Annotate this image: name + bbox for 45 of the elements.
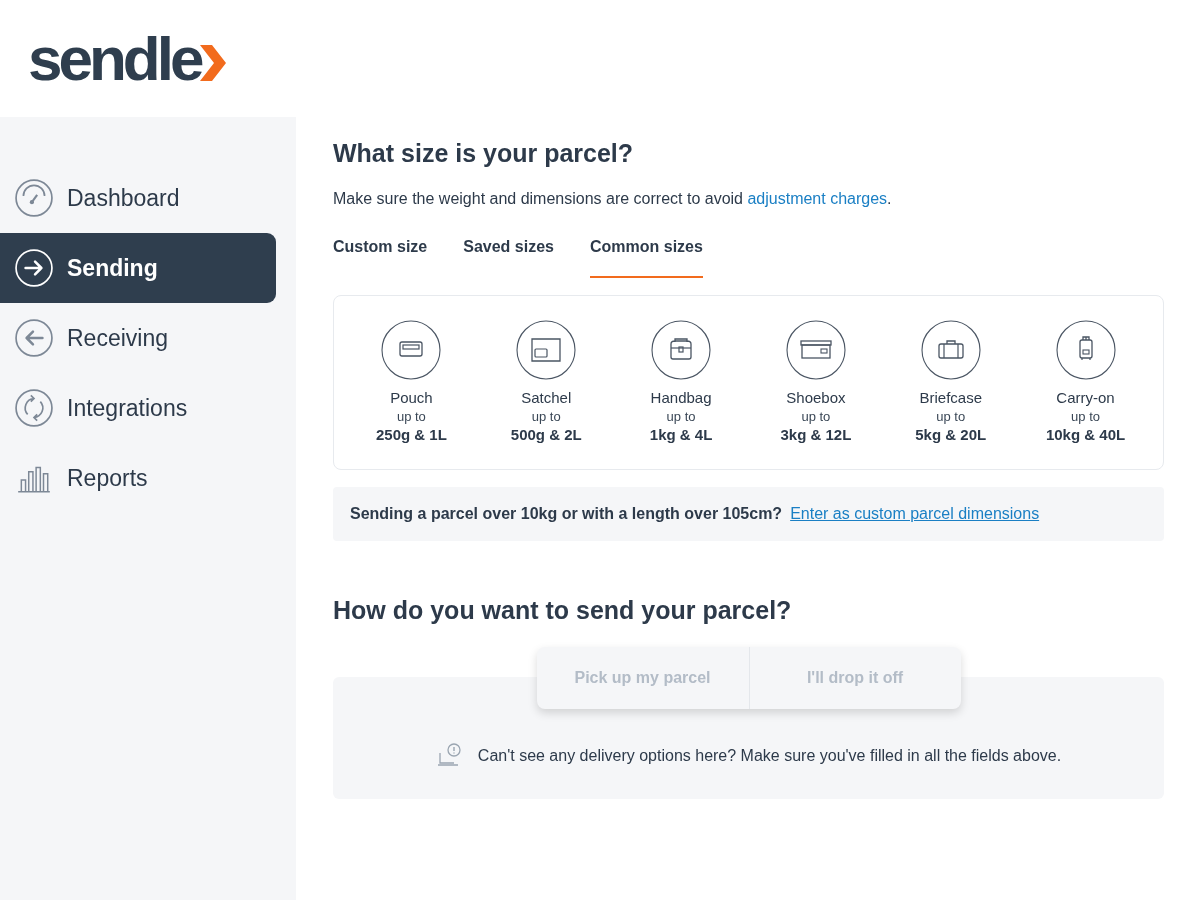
gauge-icon bbox=[15, 179, 53, 217]
sync-icon bbox=[15, 389, 53, 427]
briefcase-icon bbox=[920, 320, 981, 380]
arrow-left-icon bbox=[15, 319, 53, 357]
oversize-text: Sending a parcel over 10kg or with a length over 105cm? bbox=[350, 505, 783, 523]
sidebar-item[interactable]: Integrations bbox=[0, 373, 276, 443]
size-limit: 10kg & 40L bbox=[1045, 426, 1126, 443]
size-prefix: up to bbox=[1071, 409, 1100, 424]
sidebar-item[interactable]: Sending bbox=[0, 233, 276, 303]
sidebar-item[interactable]: Reports bbox=[0, 443, 276, 513]
tab[interactable]: Common sizes bbox=[590, 230, 703, 278]
section-title: How do you want to send your parcel? bbox=[333, 596, 793, 625]
size-limit: 5kg & 20L bbox=[915, 426, 987, 443]
size-name: Carry-on bbox=[1056, 389, 1115, 406]
size-prefix: up to bbox=[531, 409, 561, 424]
pouch-icon bbox=[381, 320, 442, 380]
size-name: Pouch bbox=[390, 389, 433, 406]
size-prefix: up to bbox=[396, 409, 426, 424]
logo[interactable]: sendle bbox=[28, 27, 201, 90]
section-title: What size is your parcel? bbox=[333, 139, 635, 168]
size-limit: 250g & 1L bbox=[375, 426, 447, 443]
laptop-alert-icon bbox=[435, 743, 462, 769]
size-prefix: up to bbox=[666, 409, 696, 424]
size-prefix: up to bbox=[936, 409, 966, 424]
size-limit: 1kg & 4L bbox=[649, 426, 713, 443]
chevron-icon bbox=[200, 44, 227, 81]
size-name: Shoebox bbox=[786, 389, 846, 406]
handbag-icon bbox=[651, 320, 712, 380]
sidebar-item[interactable]: Receiving bbox=[0, 303, 276, 373]
size-limit: 3kg & 12L bbox=[780, 426, 852, 443]
size-limit: 500g & 2L bbox=[510, 426, 582, 443]
size-name: Handbag bbox=[650, 389, 712, 406]
custom-dimensions-link[interactable]: Enter as custom parcel dimensions bbox=[790, 505, 1040, 523]
size-prefix: up to bbox=[801, 409, 831, 424]
suitcase-icon bbox=[1055, 320, 1116, 380]
tab[interactable]: Custom size bbox=[333, 230, 428, 278]
sidebar-item[interactable]: Dashboard bbox=[0, 163, 276, 233]
arrow-right-icon bbox=[15, 249, 53, 287]
size-name: Briefcase bbox=[919, 389, 982, 406]
hint-text: Can't see any delivery options here? Make sure you've filled in all the fields above. bbox=[477, 747, 1062, 765]
info-text: Make sure the weight and dimensions are correct to avoid adjustment charges. bbox=[333, 190, 893, 208]
shoebox-icon bbox=[785, 320, 846, 380]
satchel-icon bbox=[516, 320, 577, 380]
size-name: Satchel bbox=[521, 389, 572, 406]
tab[interactable]: Saved sizes bbox=[463, 230, 554, 278]
